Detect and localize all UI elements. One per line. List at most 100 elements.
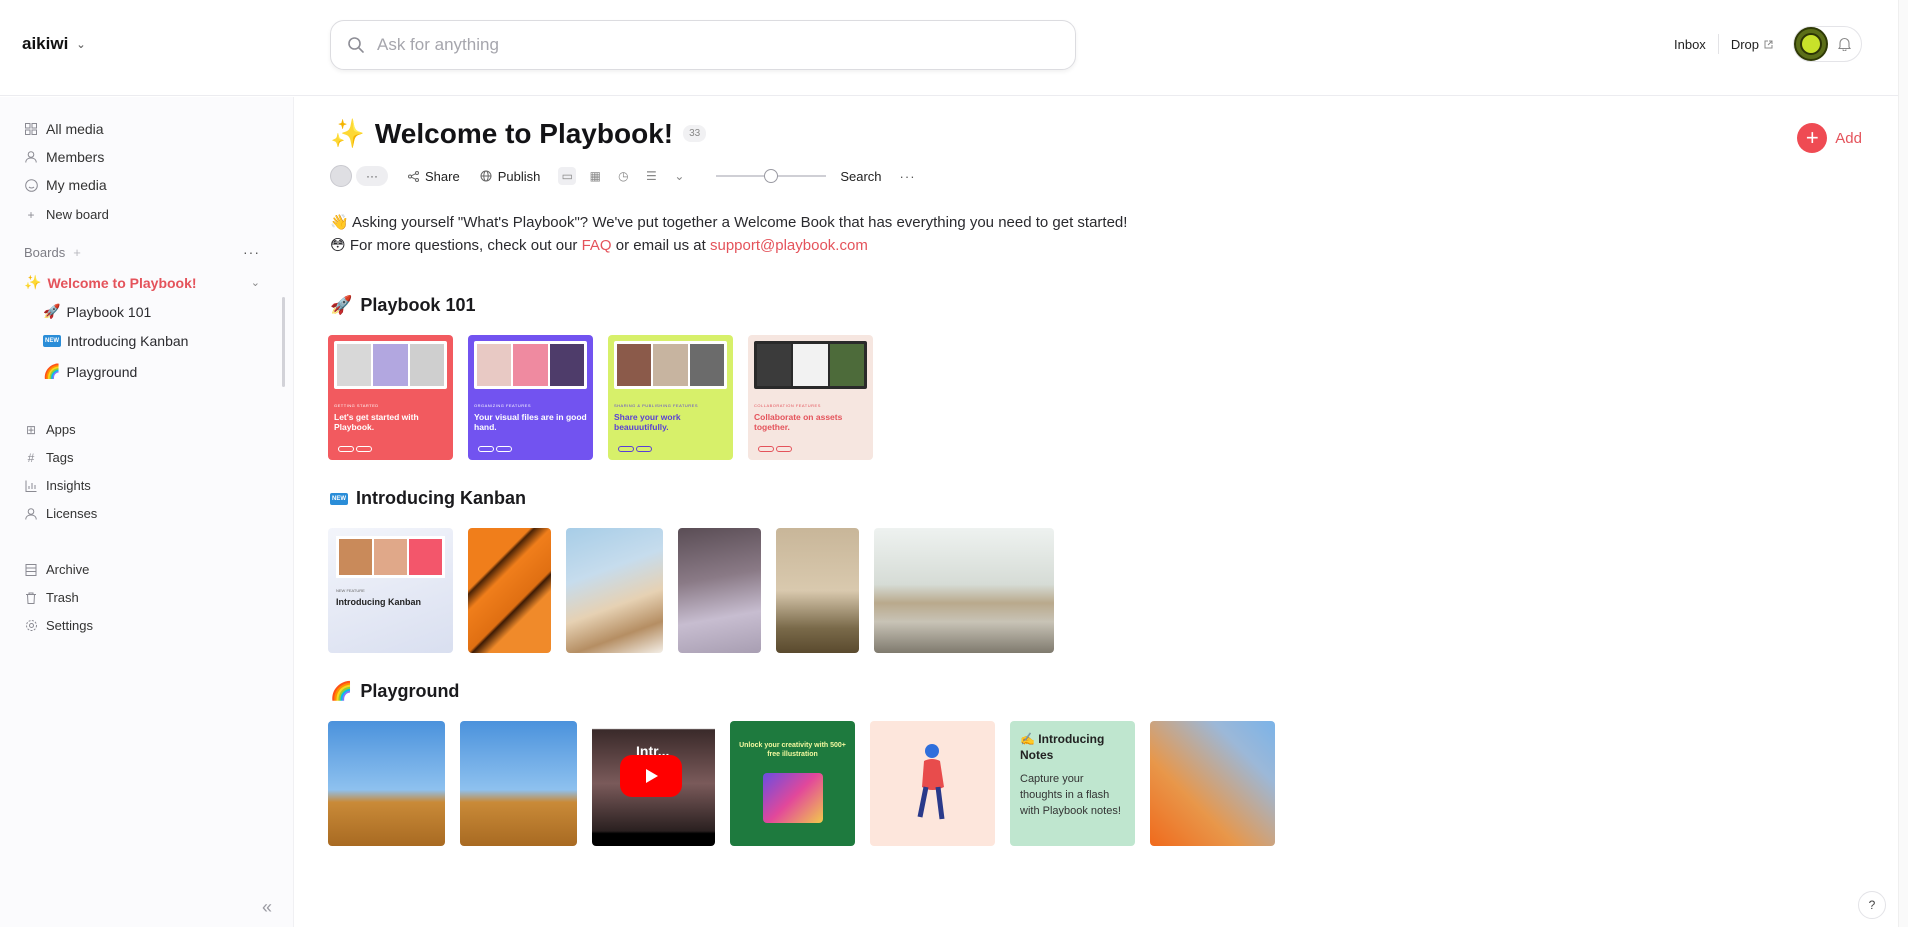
video-card[interactable]: Intr... [592,721,715,846]
sparkles-icon: ✨ [330,118,365,149]
folder-view-icon[interactable]: ▭ [558,167,577,185]
sidebar-item-settings[interactable]: Settings [24,618,93,633]
media-card[interactable]: Unlock your creativity with 500+ free il… [730,721,855,846]
search-label: Search [840,168,882,184]
sidebar-item-label: Settings [46,618,93,633]
rainbow-icon: 🌈 [43,363,61,379]
scrollbar[interactable] [282,297,285,387]
drop-link[interactable]: Drop [1719,37,1785,52]
section-title-playbook-101[interactable]: 🚀 Playbook 101 [330,295,475,316]
media-card[interactable] [566,528,663,653]
sidebar-item-new-board[interactable]: + New board [24,207,108,222]
chart-icon [24,479,38,493]
slider-handle[interactable] [764,169,779,183]
card-headline: Collaborate on assets together. [754,412,843,432]
description-text: For more questions, check out our [349,237,578,254]
section-title-playground[interactable]: 🌈 Playground [330,681,459,702]
section-label: Playbook 101 [360,295,476,315]
media-card[interactable]: COLLABORATION FEATURES Collaborate on as… [748,335,873,460]
more-icon[interactable]: ··· [243,244,260,260]
description-line: 😳 For more questions, check out our FAQ … [330,234,1127,257]
search-input[interactable] [377,35,977,55]
sidebar-item-welcome-board[interactable]: ✨ Welcome to Playbook! ⌄ [24,274,260,291]
chevron-down-icon[interactable]: ⌄ [251,276,260,289]
publish-button[interactable]: Publish [480,169,540,184]
sidebar-item-label: Insights [46,478,91,493]
add-button[interactable]: + Add [1797,123,1862,153]
card-row-playbook-101: GETTING STARTED Let's get started with P… [328,335,873,460]
sidebar-item-members[interactable]: Members [24,149,104,165]
more-icon[interactable]: ··· [900,169,916,184]
share-label: Share [425,168,460,184]
media-card[interactable] [874,528,1054,653]
search-bar[interactable] [330,20,1076,70]
add-board-icon[interactable]: + [73,245,81,260]
sidebar-item-my-media[interactable]: My media [24,177,107,193]
sidebar-item-introducing-kanban[interactable]: NEW Introducing Kanban [43,333,188,349]
sidebar-item-playground[interactable]: 🌈 Playground [43,363,137,380]
sidebar-item-label: Apps [46,422,76,437]
media-card[interactable] [328,721,445,846]
card-label: COLLABORATION FEATURES [754,403,821,408]
collaborators-avatar[interactable] [330,165,352,187]
card-headline: Share your work beauuutifully. [614,412,681,432]
card-label: GETTING STARTED [334,403,379,408]
help-button[interactable]: ? [1858,891,1886,919]
section-label: Introducing Kanban [356,488,526,508]
media-card[interactable] [468,528,551,653]
sidebar-item-all-media[interactable]: All media [24,121,104,137]
clock-icon[interactable]: ◷ [614,167,632,185]
trash-icon [24,591,38,605]
media-card[interactable] [460,721,577,846]
collapse-sidebar-icon[interactable]: « [262,897,272,918]
boards-label: Boards [24,244,66,260]
new-badge-icon: NEW [330,492,348,505]
media-card[interactable] [870,721,995,846]
external-link-icon [1764,40,1773,48]
workspace-switcher[interactable]: aikiwi ⌄ [22,34,86,54]
page-scrollbar[interactable] [1898,0,1908,927]
media-card[interactable]: NEW FEATURE Introducing Kanban [328,528,453,653]
sidebar-item-archive[interactable]: Archive [24,562,89,577]
media-card[interactable] [1150,721,1275,846]
sidebar-item-licenses[interactable]: Licenses [24,506,97,521]
bell-icon[interactable] [1838,37,1851,51]
inbox-link[interactable]: Inbox [1662,37,1718,52]
sidebar-item-trash[interactable]: Trash [24,590,79,605]
wave-icon: 👋 [330,214,349,231]
sidebar-item-insights[interactable]: Insights [24,478,91,493]
youtube-play-icon[interactable] [620,755,682,797]
media-card[interactable] [678,528,761,653]
zoom-slider[interactable] [716,169,827,183]
media-card[interactable]: GETTING STARTED Let's get started with P… [328,335,453,460]
sidebar-item-label: My media [46,177,107,193]
more-icon[interactable]: ··· [356,166,388,186]
layout-icon[interactable]: ▦ [586,167,604,185]
share-button[interactable]: Share [408,169,460,184]
support-email-link[interactable]: support@playbook.com [710,237,868,254]
chevron-down-icon[interactable]: ⌄ [670,167,688,185]
sidebar-item-tags[interactable]: # Tags [24,450,74,465]
sidebar-item-playbook-101[interactable]: 🚀 Playbook 101 [43,303,151,320]
board-description: 👋 Asking yourself "What's Playbook"? We'… [330,211,1127,257]
user-menu[interactable] [1793,26,1862,62]
new-badge-icon: NEW [43,335,61,347]
board-search-button[interactable]: Search [840,169,881,184]
media-card[interactable]: ORGANIZING FEATURES Your visual files ar… [468,335,593,460]
list-icon[interactable]: ☰ [642,167,660,185]
media-card[interactable]: SHARING & PUBLISHING FEATURES Share your… [608,335,733,460]
page-title: ✨ Welcome to Playbook! 33 [330,117,707,150]
media-card[interactable] [776,528,859,653]
top-bar: aikiwi ⌄ Inbox Drop [0,0,1898,96]
sidebar-item-apps[interactable]: ⊞ Apps [24,422,76,437]
sidebar-item-label: Licenses [46,506,98,521]
description-line: 👋 Asking yourself "What's Playbook"? We'… [330,211,1127,234]
note-title: ✍️ Introducing Notes [1020,731,1125,763]
section-title-introducing-kanban[interactable]: NEW Introducing Kanban [330,488,526,509]
card-row-kanban: NEW FEATURE Introducing Kanban [328,528,1054,653]
chevron-down-icon: ⌄ [76,38,86,51]
avatar[interactable] [1794,27,1828,61]
person-icon [24,507,38,521]
faq-link[interactable]: FAQ [582,237,612,254]
note-card[interactable]: ✍️ Introducing Notes Capture your though… [1010,721,1135,846]
